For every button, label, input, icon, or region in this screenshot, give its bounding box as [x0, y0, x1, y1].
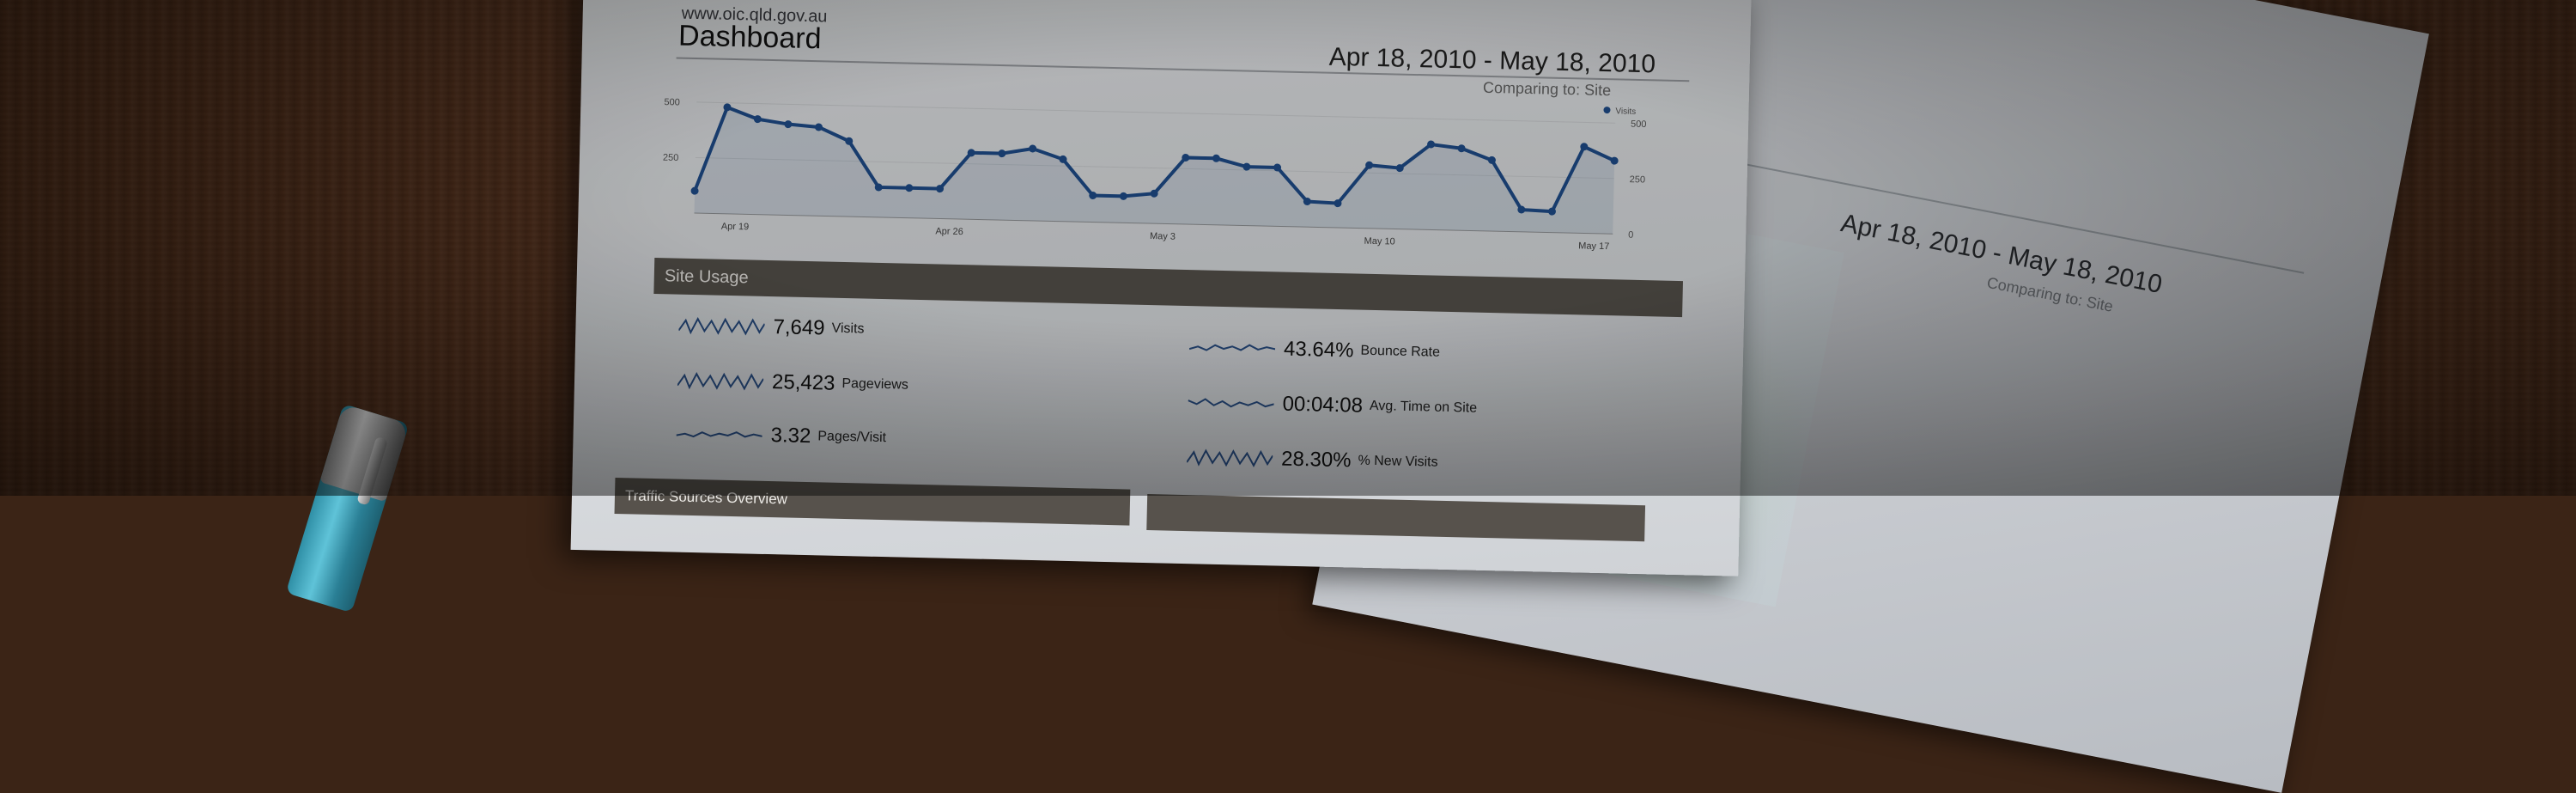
sparkline-icon — [1188, 398, 1274, 408]
metric-pages-per-visit: 3.32 Pages/Visit — [676, 417, 886, 456]
second-section-header — [1146, 494, 1646, 542]
metric-label: % New Visits — [1358, 453, 1438, 470]
metric-value: 25,423 — [771, 370, 835, 395]
left-tick-label: 250 — [663, 153, 679, 163]
metric-label: Pages/Visit — [817, 429, 887, 446]
x-axis-label: May 10 — [1364, 236, 1394, 247]
x-axis-label: Apr 19 — [721, 222, 750, 233]
metric-value: 3.32 — [770, 424, 811, 448]
left-tick-label: 500 — [664, 97, 680, 107]
metric-value: 00:04:08 — [1282, 392, 1364, 418]
visits-area — [694, 107, 1615, 235]
sparkline-icon — [676, 431, 762, 438]
metric-value: 28.30% — [1280, 447, 1352, 473]
legend-label: Visits — [1615, 107, 1636, 117]
comparing-text: Comparing to: Site — [1482, 78, 1612, 100]
sparkline-icon — [678, 316, 765, 336]
metric-bounce-rate: 43.64% Bounce Rate — [1188, 330, 1441, 370]
metric-label: Bounce Rate — [1360, 343, 1441, 360]
sparkline-icon — [1188, 344, 1276, 351]
metric-visits: 7,649 Visits — [678, 308, 865, 347]
x-axis-label: May 17 — [1578, 241, 1609, 252]
metric-label: Pageviews — [841, 375, 908, 393]
metric-value: 43.64% — [1283, 337, 1354, 363]
metric-pageviews: 25,423 Pageviews — [677, 363, 909, 403]
legend-marker — [1603, 107, 1611, 114]
right-tick-label: 250 — [1630, 174, 1646, 185]
right-tick-label: 500 — [1631, 119, 1647, 130]
metric-new-visits: 28.30% % New Visits — [1186, 440, 1438, 480]
metric-label: Avg. Time on Site — [1369, 398, 1478, 416]
metric-avg-time: 00:04:08 Avg. Time on Site — [1188, 385, 1477, 426]
traffic-sources-header: Traffic Sources Overview — [614, 477, 1131, 526]
x-axis-label: May 3 — [1150, 231, 1176, 242]
page-title: Dashboard — [677, 19, 822, 56]
right-tick-label: 0 — [1628, 230, 1633, 241]
visits-line-chart: 500 250 500 250 0 Apr 19 Apr 26 May 3 Ma… — [663, 97, 1647, 252]
metric-label: Visits — [831, 320, 865, 337]
sparkline-icon — [1186, 448, 1273, 467]
dashboard-report-sheet: www.oic.qld.gov.au Dashboard Apr 18, 201… — [570, 0, 1752, 576]
sparkline-icon — [677, 371, 764, 391]
x-axis-label: Apr 26 — [935, 226, 963, 237]
metric-value: 7,649 — [773, 315, 825, 340]
site-usage-header: Site Usage — [653, 257, 1684, 318]
gridline — [696, 101, 1616, 124]
